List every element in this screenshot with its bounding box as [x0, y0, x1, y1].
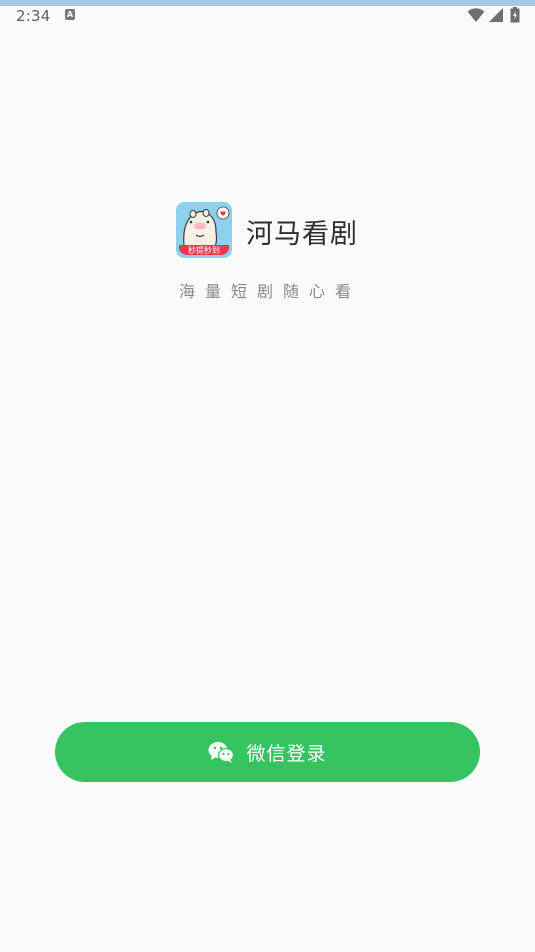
- wifi-icon: [467, 8, 485, 22]
- tagline: 海量短剧随心看: [178, 282, 361, 301]
- wechat-login-button[interactable]: 微信登录: [55, 722, 480, 782]
- wechat-login-label: 微信登录: [246, 742, 327, 765]
- app-icon-badge-text: 秒提秒到: [188, 245, 220, 255]
- status-time: 2:34: [16, 7, 51, 25]
- notification-a-icon: A: [65, 9, 75, 20]
- wechat-icon: [208, 742, 235, 763]
- app-name: 河马看剧: [246, 219, 358, 250]
- status-icons: [467, 7, 520, 23]
- battery-charging-icon: [510, 7, 520, 23]
- app-logo-icon: 秒提秒到: [176, 202, 232, 258]
- brand-header: 秒提秒到 河马看剧: [176, 202, 376, 260]
- cell-signal-icon: [489, 8, 503, 22]
- status-bar: 2:34 A: [0, 6, 535, 26]
